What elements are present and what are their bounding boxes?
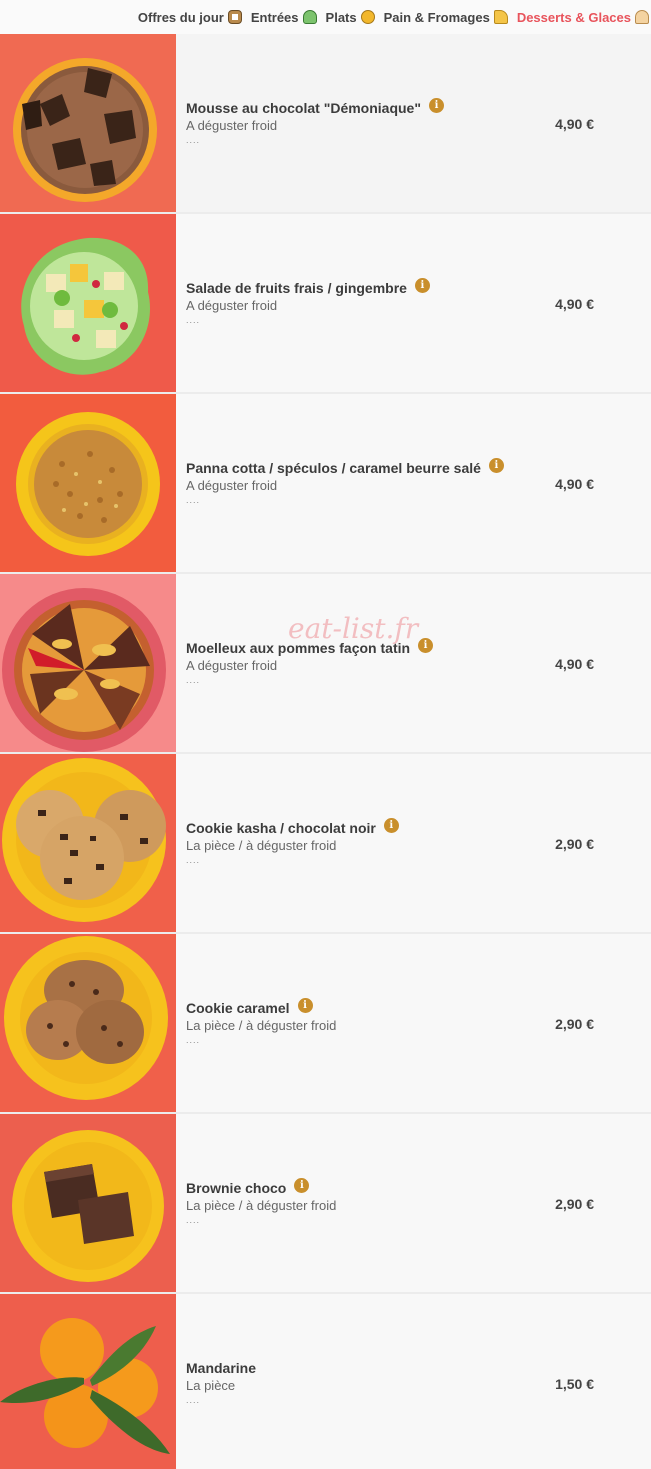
info-icon[interactable]: i bbox=[297, 997, 313, 1013]
product-photo-panna-cotta bbox=[0, 394, 176, 572]
product-info: Cookie caramel i La pièce / à déguster f… bbox=[176, 934, 651, 1112]
product-name: Cookie kasha / chocolat noir bbox=[186, 820, 376, 836]
clipboard-icon bbox=[227, 10, 242, 24]
product-price: 4,90 € bbox=[555, 296, 594, 312]
product-price: 4,90 € bbox=[555, 656, 594, 672]
tab-entrees[interactable]: Entrées bbox=[251, 10, 317, 25]
list-item[interactable]: Moelleux aux pommes façon tatin i A dégu… bbox=[0, 574, 651, 754]
product-photo-mandarine bbox=[0, 1294, 176, 1469]
tab-label: Pain & Fromages bbox=[383, 9, 490, 25]
category-nav: Offres du jour Entrées Plats Pain & From… bbox=[0, 0, 651, 34]
product-price: 4,90 € bbox=[555, 116, 594, 132]
product-dots: .... bbox=[186, 1215, 201, 1225]
tab-label: Plats bbox=[325, 9, 357, 25]
product-price: 2,90 € bbox=[555, 1196, 594, 1212]
product-photo-moelleux-pommes bbox=[0, 574, 176, 752]
product-photo-cookie-kasha bbox=[0, 754, 176, 932]
product-price: 2,90 € bbox=[555, 836, 594, 852]
product-photo-salade-fruits bbox=[0, 214, 176, 392]
product-photo-cookie-caramel bbox=[0, 934, 176, 1112]
list-item[interactable]: Mousse au chocolat "Démoniaque" i A dégu… bbox=[0, 34, 651, 214]
product-info: Cookie kasha / chocolat noir i La pièce … bbox=[176, 754, 651, 932]
product-photo-mousse bbox=[0, 34, 176, 212]
product-info: Brownie choco i La pièce / à déguster fr… bbox=[176, 1114, 651, 1292]
product-info: Mousse au chocolat "Démoniaque" i A dégu… bbox=[176, 34, 651, 212]
tab-label: Entrées bbox=[250, 9, 299, 25]
product-name: Cookie caramel bbox=[186, 1000, 290, 1016]
info-icon[interactable]: i bbox=[488, 457, 504, 473]
product-photo-brownie bbox=[0, 1114, 176, 1292]
info-icon[interactable]: i bbox=[418, 637, 434, 653]
product-price: 4,90 € bbox=[555, 476, 594, 492]
product-name: Moelleux aux pommes façon tatin bbox=[186, 640, 411, 656]
product-dots: .... bbox=[186, 315, 201, 325]
product-dots: .... bbox=[186, 1035, 201, 1045]
info-icon[interactable]: i bbox=[294, 1177, 310, 1193]
cheese-icon bbox=[493, 10, 508, 24]
dessert-list: Mousse au chocolat "Démoniaque" i A dégu… bbox=[0, 34, 651, 1469]
product-dots: .... bbox=[186, 135, 201, 145]
salad-icon bbox=[302, 10, 317, 24]
list-item[interactable]: Cookie kasha / chocolat noir i La pièce … bbox=[0, 754, 651, 934]
product-name: Mousse au chocolat "Démoniaque" bbox=[186, 100, 421, 116]
plate-icon bbox=[360, 10, 375, 24]
product-dots: .... bbox=[186, 495, 201, 505]
product-price: 1,50 € bbox=[555, 1376, 594, 1392]
list-item[interactable]: Panna cotta / spéculos / caramel beurre … bbox=[0, 394, 651, 574]
list-item[interactable]: Mandarine La pièce .... 1,50 € bbox=[0, 1294, 651, 1469]
tab-plats[interactable]: Plats bbox=[326, 10, 375, 25]
list-item[interactable]: Brownie choco i La pièce / à déguster fr… bbox=[0, 1114, 651, 1294]
product-name: Mandarine bbox=[186, 1360, 257, 1376]
tab-offres-du-jour[interactable]: Offres du jour bbox=[138, 10, 242, 25]
list-item[interactable]: Salade de fruits frais / gingembre i A d… bbox=[0, 214, 651, 394]
product-price: 2,90 € bbox=[555, 1016, 594, 1032]
product-info: Moelleux aux pommes façon tatin i A dégu… bbox=[176, 574, 651, 752]
info-icon[interactable]: i bbox=[414, 277, 430, 293]
product-dots: .... bbox=[186, 1395, 201, 1405]
list-item[interactable]: Cookie caramel i La pièce / à déguster f… bbox=[0, 934, 651, 1114]
product-info: Mandarine La pièce .... 1,50 € bbox=[176, 1294, 651, 1469]
info-icon[interactable]: i bbox=[383, 817, 399, 833]
tab-pain-fromages[interactable]: Pain & Fromages bbox=[384, 10, 508, 25]
product-dots: .... bbox=[186, 675, 201, 685]
product-dots: .... bbox=[186, 855, 201, 865]
info-icon[interactable]: i bbox=[429, 97, 444, 113]
product-name: Salade de fruits frais / gingembre bbox=[186, 280, 407, 296]
tab-label: Desserts & Glaces bbox=[516, 9, 631, 25]
product-name: Panna cotta / spéculos / caramel beurre … bbox=[186, 460, 481, 476]
product-info: Panna cotta / spéculos / caramel beurre … bbox=[176, 394, 651, 572]
tab-label: Offres du jour bbox=[137, 9, 224, 25]
ice-cream-icon bbox=[635, 10, 649, 24]
tab-desserts-glaces[interactable]: Desserts & Glaces bbox=[517, 10, 649, 25]
product-name: Brownie choco bbox=[186, 1180, 287, 1196]
product-info: Salade de fruits frais / gingembre i A d… bbox=[176, 214, 651, 392]
